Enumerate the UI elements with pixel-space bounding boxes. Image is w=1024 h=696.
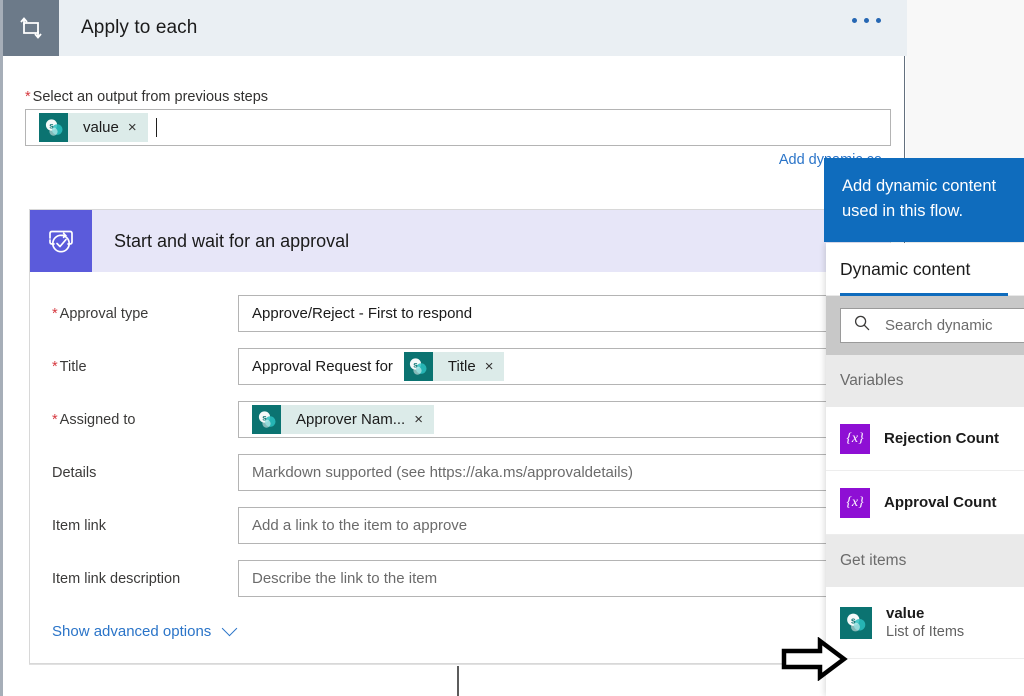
svg-text:s: s: [851, 615, 856, 625]
field-row-title: *Title Approval Request for: [30, 340, 890, 393]
group-header-variables: Variables: [826, 355, 1024, 407]
flow-connector-line: [457, 666, 459, 696]
details-placeholder: Markdown supported (see https://aka.ms/a…: [252, 464, 633, 481]
search-placeholder: Search dynamic: [885, 317, 993, 334]
close-icon[interactable]: ×: [485, 359, 505, 374]
text-caret: [156, 118, 157, 137]
assigned-to-label-text: Assigned to: [60, 412, 136, 428]
sharepoint-icon: s: [252, 405, 281, 434]
approval-form: *Approval type Approve/Reject - First to…: [30, 272, 890, 657]
item-link-description-input[interactable]: Describe the link to the item: [238, 560, 870, 597]
search-dynamic-content-input[interactable]: Search dynamic: [840, 308, 1024, 343]
sharepoint-icon: s: [404, 352, 433, 381]
approval-action-title: Start and wait for an approval: [114, 231, 349, 252]
dynamic-item-rejection-count[interactable]: {x} Rejection Count: [826, 407, 1024, 471]
required-asterisk: *: [52, 412, 58, 428]
tab-active-underline: [840, 293, 1008, 296]
title-input[interactable]: Approval Request for s: [238, 348, 870, 385]
field-row-assigned-to: *Assigned to s: [30, 393, 890, 446]
tab-dynamic-content[interactable]: Dynamic content: [840, 259, 970, 280]
loop-repeat-icon: [3, 0, 59, 56]
dynamic-content-tabbar: Dynamic content: [826, 243, 1024, 296]
dynamic-item-label: Rejection Count: [884, 430, 999, 447]
dot-3: [876, 18, 881, 23]
svg-text:s: s: [49, 121, 54, 130]
details-label: Details: [30, 465, 238, 481]
approval-action-header[interactable]: Start and wait for an approval: [30, 210, 890, 272]
item-link-description-label: Item link description: [30, 571, 238, 587]
dynamic-item-label: value: [886, 605, 924, 622]
chevron-down-icon[interactable]: [222, 621, 238, 637]
dynamic-item-label: Approval Count: [884, 494, 997, 511]
value-token-label: value: [68, 119, 128, 136]
approval-type-label: *Approval type: [30, 306, 238, 322]
svg-text:s: s: [262, 413, 267, 422]
required-asterisk: *: [52, 306, 58, 322]
dot-2: [864, 18, 869, 23]
title-token-label: Title: [433, 358, 485, 375]
more-options-button[interactable]: [852, 18, 881, 23]
approval-type-value: Approve/Reject - First to respond: [252, 305, 472, 322]
assigned-to-token-label: Approver Nam...: [281, 411, 414, 428]
apply-to-each-card: Apply to each *Select an output from pre…: [0, 0, 904, 696]
dynamic-item-value[interactable]: s value List of Items: [826, 587, 1024, 659]
show-advanced-options-link[interactable]: Show advanced options: [52, 623, 211, 640]
assigned-to-input[interactable]: s Approver Nam... ×: [238, 401, 870, 438]
add-dynamic-content-tooltip: Add dynamic content used in this flow.: [824, 158, 1024, 242]
field-row-approval-type: *Approval type Approve/Reject - First to…: [30, 287, 890, 340]
item-link-label: Item link: [30, 518, 238, 534]
dot-1: [852, 18, 857, 23]
title-label-text: Title: [60, 359, 87, 375]
assigned-to-token[interactable]: s Approver Nam... ×: [252, 405, 434, 434]
svg-text:s: s: [414, 360, 419, 369]
screenshot-root: Apply to each *Select an output from pre…: [0, 0, 1024, 696]
details-input[interactable]: Markdown supported (see https://aka.ms/a…: [238, 454, 870, 491]
approval-action-card: Start and wait for an approval *Approval…: [29, 209, 891, 664]
sharepoint-icon: s: [840, 607, 872, 639]
dynamic-item-subtitle: List of Items: [886, 624, 964, 640]
close-icon[interactable]: ×: [128, 120, 148, 135]
select-output-input[interactable]: s value ×: [25, 109, 891, 146]
apply-to-each-header[interactable]: Apply to each: [3, 0, 907, 56]
right-arrow-annotation: [780, 637, 850, 681]
select-output-label-text: Select an output from previous steps: [33, 89, 268, 105]
dynamic-content-panel: Dynamic content Search dynamic Variables…: [826, 243, 1024, 696]
card-bottom-divider: [29, 664, 891, 665]
title-text-value: Approval Request for: [252, 358, 393, 375]
approval-type-select[interactable]: Approve/Reject - First to respond: [238, 295, 870, 332]
sharepoint-icon: s: [39, 113, 68, 142]
field-row-item-link-description: Item link description Describe the link …: [30, 552, 890, 605]
value-token[interactable]: s value ×: [39, 113, 148, 142]
title-token[interactable]: s Title ×: [404, 352, 505, 381]
approval-type-label-text: Approval type: [60, 306, 149, 322]
assigned-to-label: *Assigned to: [30, 412, 238, 428]
item-link-input[interactable]: Add a link to the item to approve: [238, 507, 870, 544]
required-asterisk: *: [25, 89, 31, 105]
item-link-description-placeholder: Describe the link to the item: [252, 570, 437, 587]
group-header-get-items: Get items: [826, 535, 1024, 587]
dynamic-item-approval-count[interactable]: {x} Approval Count: [826, 471, 1024, 535]
apply-to-each-body: *Select an output from previous steps: [3, 56, 907, 105]
apply-to-each-title: Apply to each: [81, 17, 197, 39]
variable-icon: {x}: [840, 424, 870, 454]
show-advanced-options-row[interactable]: Show advanced options: [30, 605, 890, 657]
select-output-label: *Select an output from previous steps: [3, 56, 907, 105]
search-icon: [853, 314, 871, 337]
close-icon[interactable]: ×: [414, 412, 434, 427]
field-row-details: Details Markdown supported (see https://…: [30, 446, 890, 499]
field-row-item-link: Item link Add a link to the item to appr…: [30, 499, 890, 552]
required-asterisk: *: [52, 359, 58, 375]
item-link-placeholder: Add a link to the item to approve: [252, 517, 467, 534]
search-band: Search dynamic: [826, 296, 1024, 355]
title-label: *Title: [30, 359, 238, 375]
approval-check-icon: [30, 210, 92, 272]
variable-icon: {x}: [840, 488, 870, 518]
